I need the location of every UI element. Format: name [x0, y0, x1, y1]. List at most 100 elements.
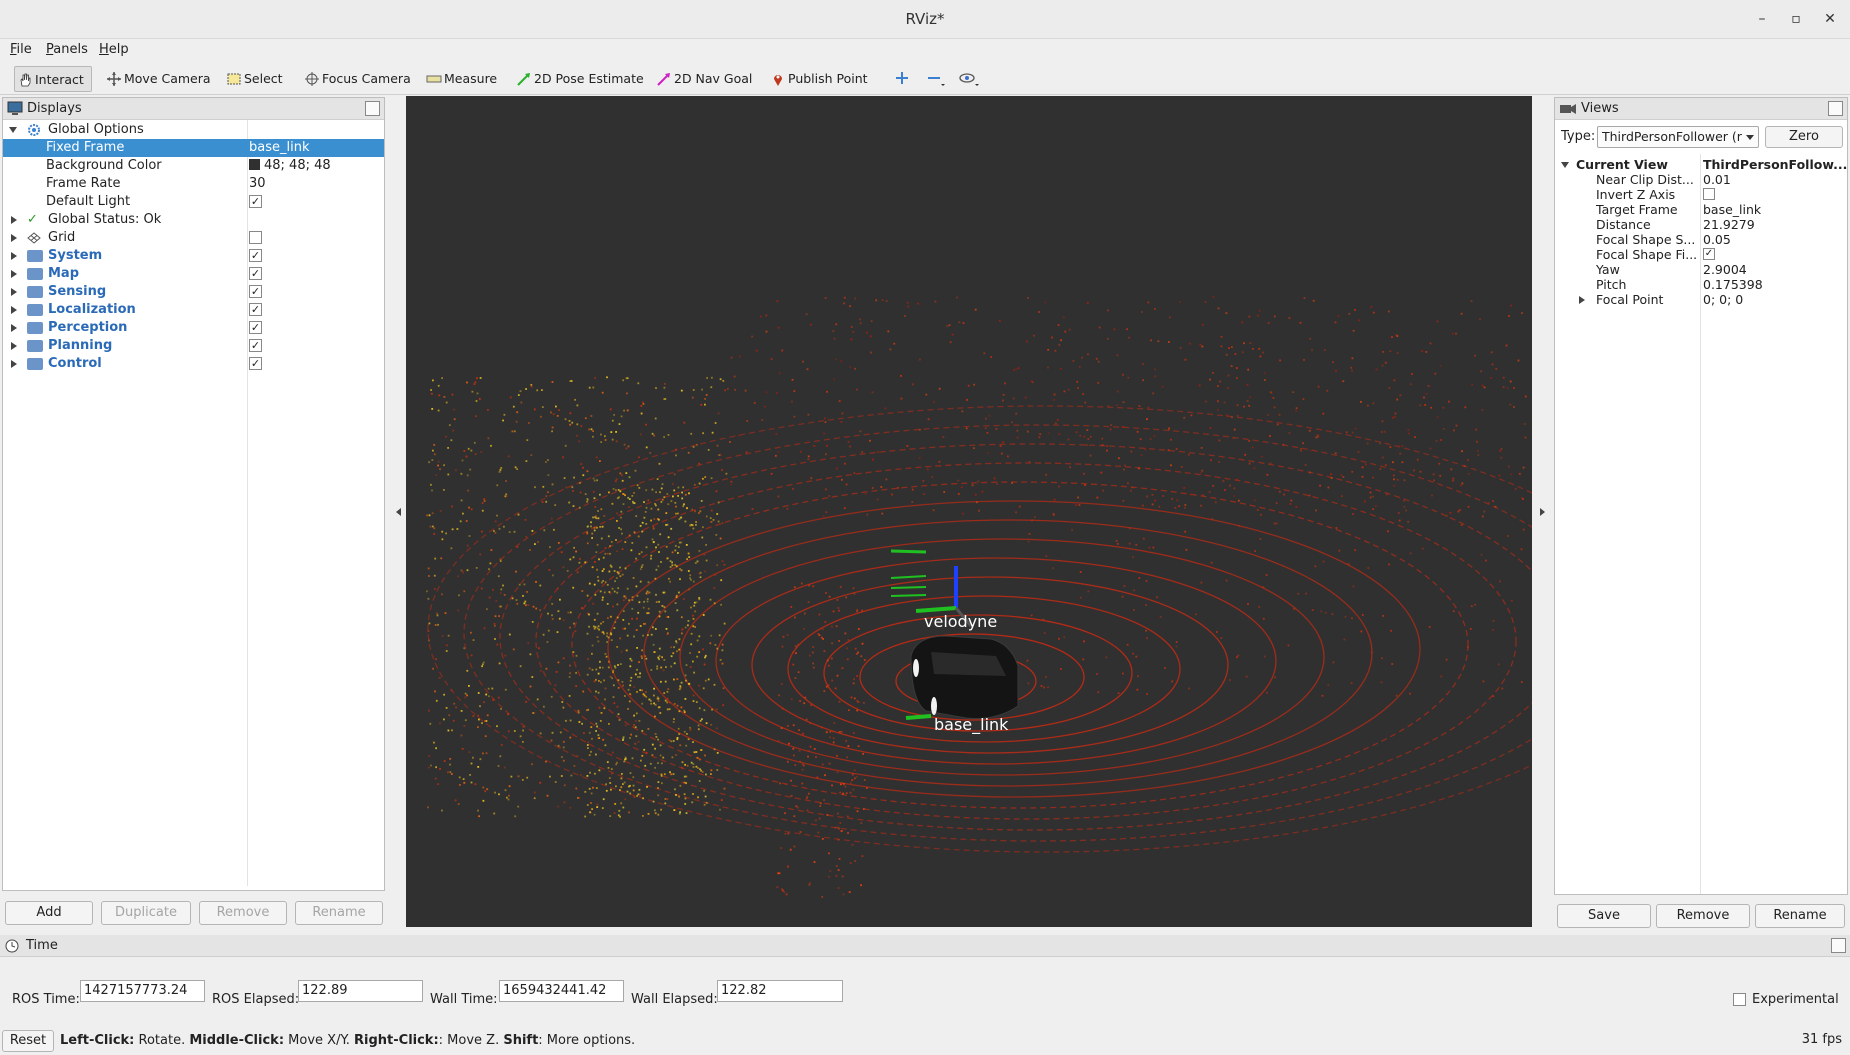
display-group-perception[interactable]: Perception ✓ [3, 319, 384, 337]
group-checkbox[interactable]: ✓ [249, 357, 262, 370]
display-group-sensing[interactable]: Sensing ✓ [3, 283, 384, 301]
view-prop-row[interactable]: Near Clip Dist... 0.01 [1555, 172, 1847, 187]
expand-arrow-icon[interactable] [1561, 162, 1569, 168]
view-prop-checkbox[interactable] [1703, 188, 1715, 200]
pose-estimate-tool[interactable]: 2D Pose Estimate [514, 66, 644, 92]
duplicate-button[interactable]: Duplicate [101, 901, 191, 925]
view-prop-row[interactable]: Focal Shape S... 0.05 [1555, 232, 1847, 247]
expand-arrow-icon[interactable] [11, 216, 17, 224]
view-type-select[interactable]: ThirdPersonFollower (r [1597, 126, 1759, 148]
view-prop-value[interactable]: 0.01 [1703, 172, 1731, 187]
zero-button[interactable]: Zero [1765, 126, 1843, 148]
remove-view-button[interactable]: Remove [1656, 904, 1750, 928]
fixed-frame-value[interactable]: base_link [249, 139, 309, 157]
collapse-right-icon[interactable] [1540, 508, 1545, 516]
default-light-checkbox[interactable]: ✓ [249, 195, 262, 208]
tree-background-color[interactable]: Background Color 48; 48; 48 [3, 157, 384, 175]
background-color-field[interactable]: 48; 48; 48 [249, 157, 331, 175]
time-undock-button[interactable] [1831, 938, 1846, 953]
frame-rate-value[interactable]: 30 [249, 175, 266, 193]
view-prop-row[interactable]: Focal Point 0; 0; 0 [1555, 292, 1847, 307]
expand-arrow-icon[interactable] [9, 127, 17, 133]
save-view-button[interactable]: Save [1557, 904, 1651, 928]
expand-arrow-icon[interactable] [11, 306, 17, 314]
select-tool[interactable]: Select [224, 66, 283, 92]
group-checkbox[interactable]: ✓ [249, 303, 262, 316]
lidar-point [794, 616, 796, 619]
close-button[interactable]: ✕ [1820, 9, 1840, 29]
lidar-point [648, 591, 651, 594]
display-group-localization[interactable]: Localization ✓ [3, 301, 384, 319]
view-prop-checkbox[interactable]: ✓ [1703, 248, 1715, 260]
view-prop-value[interactable]: 21.9279 [1703, 217, 1755, 232]
view-prop-value[interactable]: 0.175398 [1703, 277, 1763, 292]
right-click-key: Right-Click: [354, 1033, 439, 1048]
tree-frame-rate[interactable]: Frame Rate 30 [3, 175, 384, 193]
view-prop-row[interactable]: Yaw 2.9004 [1555, 262, 1847, 277]
experimental-checkbox[interactable] [1733, 993, 1746, 1006]
tree-default-light[interactable]: Default Light ✓ [3, 193, 384, 211]
wall-time-field[interactable]: 1659432441.42 [499, 980, 624, 1002]
display-group-system[interactable]: System ✓ [3, 247, 384, 265]
group-checkbox[interactable]: ✓ [249, 339, 262, 352]
measure-tool[interactable]: Measure [424, 66, 497, 92]
interact-tool[interactable]: Interact [14, 66, 92, 92]
tree-global-options[interactable]: Global Options [3, 121, 384, 139]
remove-tool-icon[interactable] [926, 70, 948, 88]
displays-undock-button[interactable] [365, 101, 380, 116]
publish-point-tool[interactable]: Publish Point [768, 66, 868, 92]
view-prop-row[interactable]: Target Frame base_link [1555, 202, 1847, 217]
tree-grid[interactable]: Grid [3, 229, 384, 247]
display-group-planning[interactable]: Planning ✓ [3, 337, 384, 355]
wall-elapsed-field[interactable]: 122.82 [717, 980, 843, 1002]
view-prop-row[interactable]: Distance 21.9279 [1555, 217, 1847, 232]
current-view-row[interactable]: Current View ThirdPersonFollow... [1555, 157, 1847, 172]
render-viewport[interactable]: velodyne base_link [406, 96, 1532, 927]
view-prop-row[interactable]: Focal Shape Fi... ✓ [1555, 247, 1847, 262]
expand-arrow-icon[interactable] [11, 288, 17, 296]
expand-arrow-icon[interactable] [11, 270, 17, 278]
menu-help[interactable]: Help [99, 42, 129, 57]
add-button[interactable]: Add [5, 901, 93, 925]
group-checkbox[interactable]: ✓ [249, 249, 262, 262]
expand-arrow-icon[interactable] [11, 252, 17, 260]
expand-arrow-icon[interactable] [11, 234, 17, 242]
group-checkbox[interactable]: ✓ [249, 321, 262, 334]
expand-arrow-icon[interactable] [11, 360, 17, 368]
view-prop-value[interactable]: base_link [1703, 202, 1761, 217]
focus-camera-tool[interactable]: Focus Camera [302, 66, 411, 92]
expand-arrow-icon[interactable] [11, 324, 17, 332]
move-camera-tool[interactable]: Move Camera [104, 66, 211, 92]
ros-elapsed-field[interactable]: 122.89 [298, 980, 423, 1002]
ros-time-field[interactable]: 1427157773.24 [80, 980, 205, 1002]
rename-view-button[interactable]: Rename [1755, 904, 1845, 928]
eye-icon[interactable] [958, 70, 982, 88]
display-group-control[interactable]: Control ✓ [3, 355, 384, 373]
menu-file[interactable]: File [10, 42, 32, 57]
view-prop-row[interactable]: Invert Z Axis [1555, 187, 1847, 202]
view-prop-row[interactable]: Pitch 0.175398 [1555, 277, 1847, 292]
menu-panels[interactable]: Panels [46, 42, 88, 57]
tree-fixed-frame[interactable]: Fixed Frame base_link [3, 139, 384, 157]
rename-display-button[interactable]: Rename [295, 901, 383, 925]
tree-global-status[interactable]: ✓ Global Status: Ok [3, 211, 384, 229]
add-tool-icon[interactable] [894, 70, 910, 86]
display-group-map[interactable]: Map ✓ [3, 265, 384, 283]
expand-arrow-icon[interactable] [1579, 296, 1585, 304]
views-undock-button[interactable] [1828, 101, 1843, 116]
grid-checkbox[interactable] [249, 231, 262, 244]
remove-display-button[interactable]: Remove [199, 901, 287, 925]
nav-goal-tool[interactable]: 2D Nav Goal [654, 66, 752, 92]
view-prop-value[interactable]: 2.9004 [1703, 262, 1747, 277]
view-prop-value[interactable]: 0; 0; 0 [1703, 292, 1743, 307]
color-swatch[interactable] [249, 159, 260, 170]
collapse-left-icon[interactable] [396, 508, 401, 516]
reset-button[interactable]: Reset [2, 1030, 54, 1052]
expand-arrow-icon[interactable] [11, 342, 17, 350]
minimize-button[interactable]: – [1752, 9, 1772, 29]
lidar-point [553, 528, 555, 531]
maximize-button[interactable]: ▫ [1786, 9, 1806, 29]
view-prop-value[interactable]: 0.05 [1703, 232, 1731, 247]
group-checkbox[interactable]: ✓ [249, 285, 262, 298]
group-checkbox[interactable]: ✓ [249, 267, 262, 280]
